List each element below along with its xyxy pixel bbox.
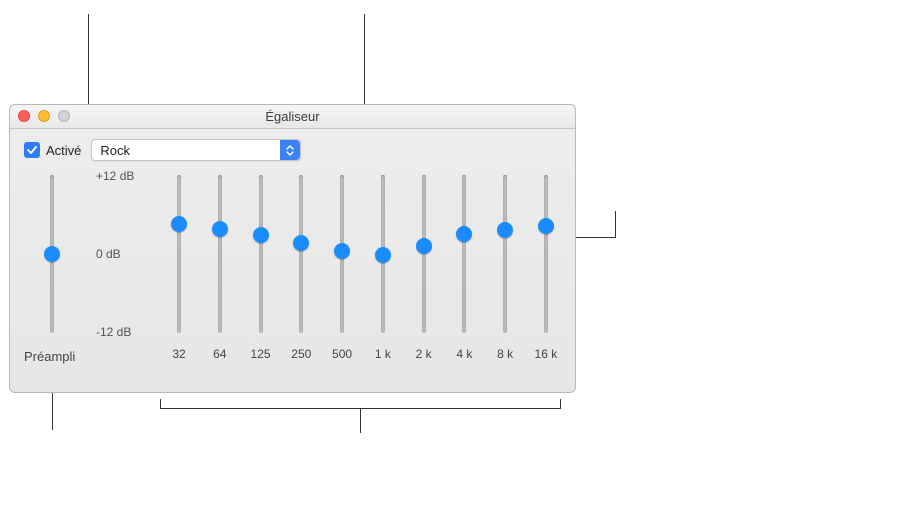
preamp-column: Préampli [24, 171, 88, 380]
band-thumb[interactable] [497, 222, 513, 238]
band-thumb[interactable] [293, 235, 309, 251]
callout-line [615, 211, 616, 238]
eq-body: Préampli +12 dB 0 dB -12 dB 32 64 125 250 50… [24, 171, 561, 380]
scale-mid: 0 dB [96, 247, 121, 261]
band-freq-label: 64 [213, 347, 226, 361]
eq-band: 500 [327, 171, 357, 380]
scale-max: +12 dB [96, 169, 134, 183]
eq-band: 250 [286, 171, 316, 380]
window-controls [18, 110, 70, 122]
preamp-slider[interactable] [50, 175, 54, 333]
checkmark-icon [27, 145, 37, 155]
band-thumb[interactable] [212, 221, 228, 237]
band-freq-label: 500 [332, 347, 352, 361]
band-thumb[interactable] [253, 227, 269, 243]
band-slider[interactable] [503, 175, 507, 333]
band-freq-label: 16 k [535, 347, 558, 361]
band-thumb[interactable] [456, 226, 472, 242]
eq-band: 32 [164, 171, 194, 380]
scale-min: -12 dB [96, 325, 131, 339]
band-slider[interactable] [218, 175, 222, 333]
controls-row: Activé Rock [10, 129, 575, 161]
enabled-checkbox[interactable] [24, 142, 40, 158]
band-freq-label: 8 k [497, 347, 513, 361]
band-thumb[interactable] [416, 238, 432, 254]
band-freq-label: 4 k [456, 347, 472, 361]
eq-band: 8 k [490, 171, 520, 380]
titlebar: Égaliseur [10, 105, 575, 129]
band-slider[interactable] [381, 175, 385, 333]
band-freq-label: 1 k [375, 347, 391, 361]
preset-value: Rock [92, 143, 280, 158]
band-slider[interactable] [299, 175, 303, 333]
band-freq-label: 2 k [416, 347, 432, 361]
eq-band: 1 k [368, 171, 398, 380]
enabled-checkbox-wrap: Activé [24, 142, 81, 158]
band-slider[interactable] [340, 175, 344, 333]
preset-select[interactable]: Rock [91, 139, 301, 161]
minimize-button[interactable] [38, 110, 50, 122]
band-slider[interactable] [177, 175, 181, 333]
preamp-thumb[interactable] [44, 246, 60, 262]
band-slider[interactable] [259, 175, 263, 333]
eq-bands: 32 64 125 250 500 1 k 2 k 4 k 8 k 16 k [164, 171, 561, 380]
band-slider[interactable] [462, 175, 466, 333]
enabled-label: Activé [46, 143, 81, 158]
callout-line [360, 409, 361, 433]
equalizer-window: Égaliseur Activé Rock Préampli +12 dB 0 … [9, 104, 576, 393]
band-thumb[interactable] [538, 218, 554, 234]
band-thumb[interactable] [334, 243, 350, 259]
band-freq-label: 250 [291, 347, 311, 361]
eq-band: 4 k [449, 171, 479, 380]
eq-band: 64 [205, 171, 235, 380]
zoom-button[interactable] [58, 110, 70, 122]
band-freq-label: 125 [251, 347, 271, 361]
window-title: Égaliseur [10, 105, 575, 129]
band-slider[interactable] [544, 175, 548, 333]
select-arrows-icon [280, 140, 300, 160]
eq-band: 16 k [531, 171, 561, 380]
band-freq-label: 32 [172, 347, 185, 361]
preamp-label: Préampli [24, 349, 75, 364]
callout-bracket [160, 399, 561, 409]
eq-band: 2 k [409, 171, 439, 380]
band-thumb[interactable] [375, 247, 391, 263]
close-button[interactable] [18, 110, 30, 122]
band-thumb[interactable] [171, 216, 187, 232]
band-slider[interactable] [422, 175, 426, 333]
eq-band: 125 [246, 171, 276, 380]
